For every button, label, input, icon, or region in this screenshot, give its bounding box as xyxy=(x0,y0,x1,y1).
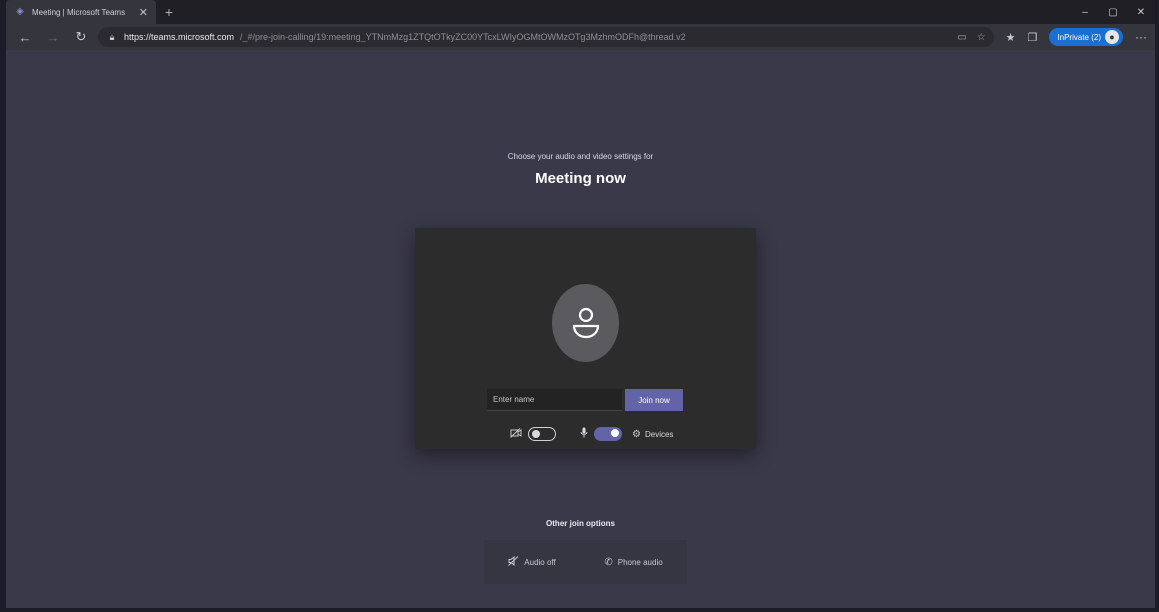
title-bar: ◈ Meeting | Microsoft Teams ✕ + – ▢ ✕ xyxy=(6,0,1155,24)
phone-icon: ✆ xyxy=(604,556,613,568)
favorites-icon[interactable]: ★ xyxy=(1006,31,1016,44)
phone-audio-label: Phone audio xyxy=(617,557,663,567)
user-avatar xyxy=(552,284,619,362)
camera-toggle-knob xyxy=(532,429,540,438)
audio-off-option[interactable]: Audio off xyxy=(508,555,556,569)
name-input[interactable] xyxy=(487,389,622,411)
close-window-button[interactable]: ✕ xyxy=(1127,2,1155,22)
audio-off-label: Audio off xyxy=(524,557,556,567)
tab-close-icon[interactable]: ✕ xyxy=(139,6,148,19)
address-bar-actions: ▭ ☆ xyxy=(957,32,985,43)
browser-toolbar: ★ ❐ InPrivate (2) ● ··· xyxy=(1006,28,1147,46)
tab-title: Meeting | Microsoft Teams xyxy=(32,7,126,17)
person-icon xyxy=(572,307,599,339)
browser-tab[interactable]: ◈ Meeting | Microsoft Teams ✕ xyxy=(6,0,156,24)
prejoin-subtitle: Choose your audio and video settings for xyxy=(507,152,654,161)
teams-favicon-icon: ◈ xyxy=(16,6,24,17)
inprivate-label: InPrivate (2) xyxy=(1057,32,1101,42)
av-controls: ⚙ Devices xyxy=(510,426,673,442)
inprivate-profile-button[interactable]: InPrivate (2) ● xyxy=(1049,28,1123,46)
new-tab-button[interactable]: + xyxy=(162,4,176,20)
back-icon[interactable]: ← xyxy=(14,27,36,47)
gear-icon: ⚙ xyxy=(632,428,641,440)
collections-icon[interactable]: ❐ xyxy=(1028,31,1038,44)
more-options-icon[interactable]: ··· xyxy=(1135,30,1147,44)
refresh-icon[interactable]: ↻ xyxy=(70,27,92,47)
microphone-toggle[interactable] xyxy=(594,427,622,441)
url-path: /_#/pre-join-calling/19:meeting_YTNmMzg1… xyxy=(240,32,686,42)
join-now-button[interactable]: Join now xyxy=(625,389,683,411)
devices-label: Devices xyxy=(644,429,674,439)
browser-window: ◈ Meeting | Microsoft Teams ✕ + – ▢ ✕ ← … xyxy=(0,0,1159,612)
prejoin-card: Join now ⚙ Devices xyxy=(415,228,756,449)
camera-toggle[interactable] xyxy=(528,427,556,441)
forward-icon[interactable]: → xyxy=(42,27,64,47)
microphone-icon xyxy=(580,427,588,441)
meeting-title: Meeting now xyxy=(535,170,626,187)
favorite-star-icon[interactable]: ☆ xyxy=(977,32,986,43)
other-join-options: Audio off ✆ Phone audio xyxy=(484,540,687,584)
navigation-bar: ← → ↻ 🔒︎ https://teams.microsoft.com /_#… xyxy=(6,24,1155,50)
lock-icon[interactable]: 🔒︎ xyxy=(106,32,118,43)
camera-permission-icon[interactable]: ▭ xyxy=(957,32,966,43)
devices-button[interactable]: ⚙ Devices xyxy=(632,429,673,440)
address-bar[interactable]: 🔒︎ https://teams.microsoft.com /_#/pre-j… xyxy=(98,27,994,47)
speaker-off-icon xyxy=(508,555,519,569)
other-join-options-heading: Other join options xyxy=(546,519,615,528)
microphone-toggle-knob xyxy=(611,429,619,437)
url-host: https://teams.microsoft.com xyxy=(124,32,235,42)
minimize-button[interactable]: – xyxy=(1071,2,1099,22)
restore-button[interactable]: ▢ xyxy=(1099,2,1127,22)
camera-off-icon xyxy=(510,427,522,441)
phone-audio-option[interactable]: ✆ Phone audio xyxy=(604,557,662,568)
profile-avatar-icon: ● xyxy=(1105,30,1119,44)
window-controls: – ▢ ✕ xyxy=(1071,2,1155,22)
